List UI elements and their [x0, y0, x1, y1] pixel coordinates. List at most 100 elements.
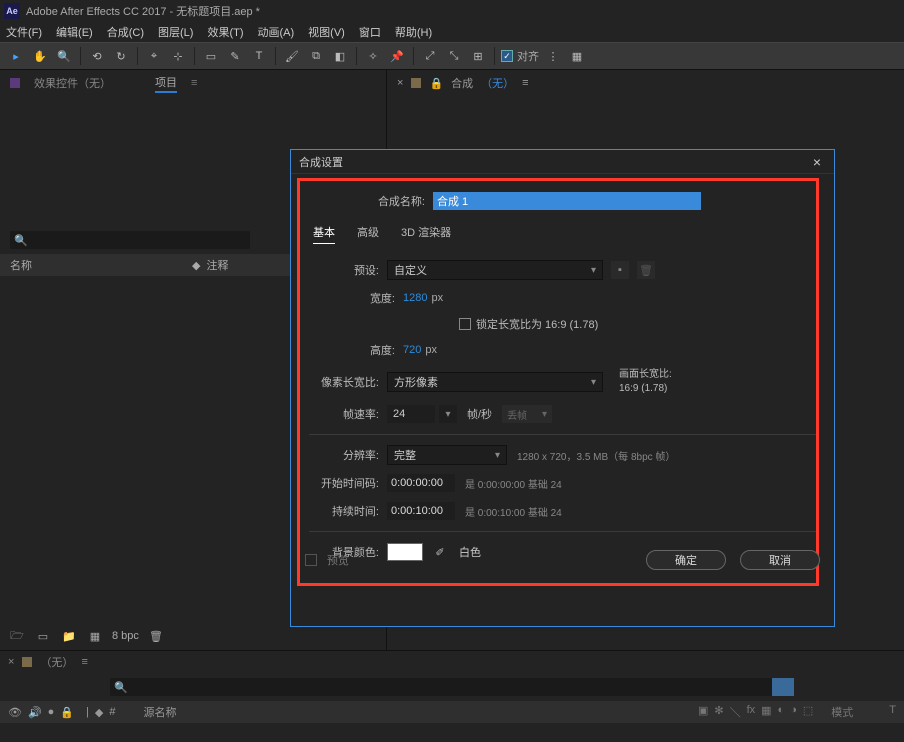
effects-panel-tab[interactable]: 效果控件（无） — [34, 75, 111, 91]
delete-preset-icon[interactable]: 🗑 — [637, 261, 655, 279]
mode-column[interactable]: 模式 — [831, 704, 853, 720]
name-column[interactable]: 名称 — [10, 257, 32, 273]
lock-aspect-checkbox[interactable] — [459, 318, 471, 330]
fps-value[interactable]: 24 — [387, 405, 435, 423]
hand-tool-icon[interactable]: ✋ — [30, 46, 50, 66]
preview-label: 预览 — [327, 552, 349, 568]
index-column-icon[interactable]: # — [109, 706, 115, 719]
interpret-footage-icon[interactable]: 🗁 — [8, 627, 26, 645]
save-preset-icon[interactable]: ▪ — [611, 261, 629, 279]
timeline-search-input[interactable]: 🔍 — [110, 678, 772, 696]
resolution-select[interactable]: 完整▾ — [387, 445, 507, 465]
menu-composition[interactable]: 合成(C) — [107, 24, 144, 40]
audio-column-icon[interactable]: 🔊 — [28, 706, 42, 719]
switch-frame-icon[interactable]: ▦ — [761, 704, 771, 720]
width-value[interactable]: 1280 — [403, 292, 427, 304]
switch-fx-icon[interactable]: ✻ — [714, 704, 723, 720]
duration-input[interactable]: 0:00:10:00 — [387, 502, 455, 520]
snapping-checkbox[interactable]: ✓ — [501, 50, 513, 62]
menu-help[interactable]: 帮助(H) — [395, 24, 432, 40]
menu-file[interactable]: 文件(F) — [6, 24, 42, 40]
switch-adj-icon[interactable]: ◑ — [790, 704, 797, 720]
world-axis-icon[interactable]: ⤡ — [444, 46, 464, 66]
pen-tool-icon[interactable]: ✎ — [225, 46, 245, 66]
menu-effect[interactable]: 效果(T) — [207, 24, 243, 40]
selection-tool-icon[interactable]: ▸ — [6, 46, 26, 66]
cancel-button[interactable]: 取消 — [740, 550, 820, 570]
lock-icon[interactable]: 🔒 — [429, 77, 443, 90]
dialog-tabs: 基本 高级 3D 渲染器 — [313, 224, 820, 244]
label-column-icon[interactable]: ◆ — [95, 706, 103, 719]
eraser-tool-icon[interactable]: ◧ — [330, 46, 350, 66]
bpc-toggle-icon[interactable]: ▦ — [86, 627, 104, 645]
timeline-marker-icon[interactable] — [772, 678, 794, 696]
height-value[interactable]: 720 — [403, 344, 421, 356]
bpc-label[interactable]: 8 bpc — [112, 630, 139, 642]
switch-3d-icon[interactable]: ⬚ — [803, 704, 813, 720]
panel-menu-icon[interactable]: ≡ — [191, 77, 197, 89]
menu-layer[interactable]: 图层(L) — [158, 24, 193, 40]
timeline-tab-none[interactable]: （无） — [40, 654, 73, 670]
roto-tool-icon[interactable]: ✧ — [363, 46, 383, 66]
brush-tool-icon[interactable]: 🖌 — [282, 46, 302, 66]
snap-opt2-icon[interactable]: ▦ — [567, 46, 587, 66]
switch-mb-icon[interactable]: ◐ — [778, 704, 785, 720]
comp-name-input[interactable]: 合成 1 — [433, 192, 701, 210]
project-search-input[interactable]: 🔍 — [10, 231, 250, 249]
fps-unit: 帧/秒 — [467, 406, 492, 422]
start-timecode-input[interactable]: 0:00:00:00 — [387, 474, 455, 492]
camera-tool-icon[interactable]: ↻ — [111, 46, 131, 66]
orbit-tool-icon[interactable]: ⟲ — [87, 46, 107, 66]
fps-chevron-icon[interactable]: ▾ — [439, 405, 457, 423]
menu-animation[interactable]: 动画(A) — [258, 24, 295, 40]
switch-fx-icon2[interactable]: fx — [747, 704, 756, 720]
switch-collapse-icon[interactable]: ＼ — [730, 704, 741, 720]
viewer-close-icon[interactable]: × — [397, 77, 403, 89]
anchor-tool-icon[interactable]: ⊹ — [168, 46, 188, 66]
project-panel-tab[interactable]: 项目 — [155, 74, 177, 93]
rotate-tool-icon[interactable]: ⌖ — [144, 46, 164, 66]
duration-hint: 是 0:00:10:00 基础 24 — [465, 504, 562, 519]
tab-basic[interactable]: 基本 — [313, 224, 335, 244]
preset-label: 预设: — [309, 262, 379, 278]
trash-icon[interactable]: 🗑 — [147, 627, 165, 645]
local-axis-icon[interactable]: ⤢ — [420, 46, 440, 66]
dialog-title-bar[interactable]: 合成设置 × — [291, 150, 834, 174]
switch-shy-icon[interactable]: ▣ — [698, 704, 708, 720]
start-timecode-label: 开始时间码: — [309, 475, 379, 491]
tab-advanced[interactable]: 高级 — [357, 224, 379, 244]
preview-checkbox[interactable] — [305, 554, 317, 566]
snap-opt1-icon[interactable]: ⋮ — [543, 46, 563, 66]
menu-view[interactable]: 视图(V) — [308, 24, 345, 40]
effects-panel-header: 效果控件（无） 项目 ≡ — [0, 70, 386, 96]
new-comp-icon[interactable]: ▭ — [34, 627, 52, 645]
zoom-tool-icon[interactable]: 🔍 — [54, 46, 74, 66]
menu-edit[interactable]: 编辑(E) — [56, 24, 93, 40]
view-axis-icon[interactable]: ⊞ — [468, 46, 488, 66]
duration-label: 持续时间: — [309, 503, 379, 519]
new-folder-icon[interactable]: 📁 — [60, 627, 78, 645]
ok-button[interactable]: 确定 — [646, 550, 726, 570]
type-tool-icon[interactable]: T — [249, 46, 269, 66]
composition-settings-dialog: 合成设置 × 合成名称: 合成 1 基本 高级 3D 渲染器 预设: 自定义▾ … — [290, 149, 835, 627]
comment-column[interactable]: 注释 — [206, 257, 228, 273]
puppet-tool-icon[interactable]: 📌 — [387, 46, 407, 66]
par-select[interactable]: 方形像素▾ — [387, 372, 603, 392]
lock-column-icon[interactable]: 🔒 — [60, 706, 74, 719]
tab-3d-renderer[interactable]: 3D 渲染器 — [401, 224, 451, 244]
solo-column-icon[interactable]: ● — [48, 706, 55, 719]
clone-tool-icon[interactable]: ⧉ — [306, 46, 326, 66]
trackmatte-column[interactable]: T — [889, 704, 896, 720]
preset-select[interactable]: 自定义▾ — [387, 260, 603, 280]
timeline-menu-icon[interactable]: ≡ — [81, 656, 87, 668]
rect-tool-icon[interactable]: ▭ — [201, 46, 221, 66]
source-name-column[interactable]: 源名称 — [143, 704, 176, 720]
drop-frame-select: 丢帧▾ — [502, 405, 552, 423]
video-column-icon[interactable]: 👁 — [8, 706, 22, 719]
tag-icon[interactable]: ◆ — [192, 259, 200, 272]
viewer-menu-icon[interactable]: ≡ — [522, 77, 528, 89]
menu-window[interactable]: 窗口 — [359, 24, 381, 40]
timeline-close-icon[interactable]: × — [8, 656, 14, 668]
viewer-none[interactable]: （无） — [481, 75, 514, 91]
close-icon[interactable]: × — [808, 153, 826, 171]
